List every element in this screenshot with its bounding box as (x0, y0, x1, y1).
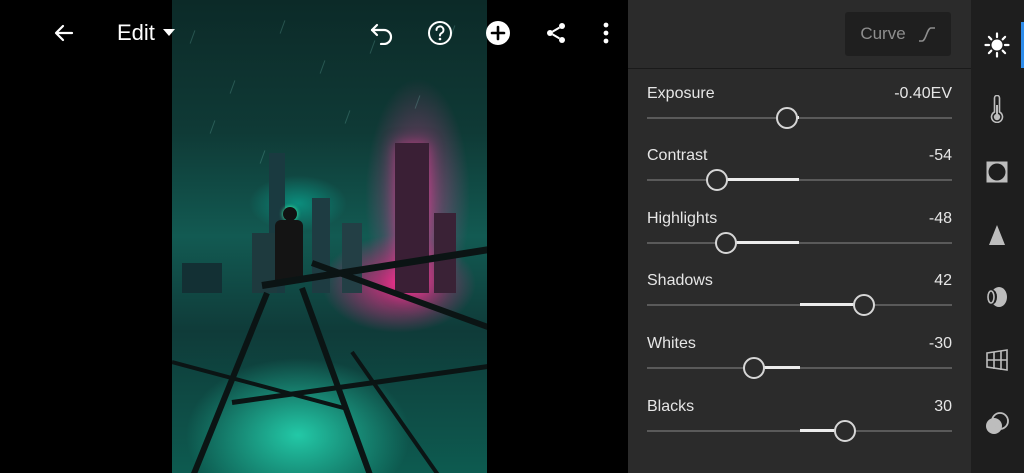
slider-label: Exposure (647, 85, 715, 102)
add-button[interactable] (482, 17, 514, 49)
optics-icon (987, 287, 1007, 307)
blend-icon (986, 412, 1009, 434)
crane-beam (172, 360, 347, 411)
curve-icon (918, 27, 935, 42)
share-button[interactable] (540, 17, 572, 49)
tool-effects[interactable] (981, 156, 1013, 188)
blacks-slider[interactable]: Blacks 30 (647, 398, 952, 450)
slider-thumb[interactable] (706, 169, 729, 191)
slider-value: 42 (934, 272, 952, 289)
crane-beam (299, 286, 374, 473)
photo-preview[interactable] (172, 0, 487, 473)
rain-streak (344, 110, 351, 124)
slider-label: Shadows (647, 272, 713, 289)
slider-fill (717, 178, 800, 181)
photo-canvas[interactable]: Edit (0, 0, 628, 473)
slider-value: -54 (928, 147, 952, 164)
edit-tools-toolbar (971, 0, 1024, 473)
undo-icon (370, 23, 393, 45)
person-head (283, 207, 297, 221)
slider-track[interactable] (647, 367, 952, 369)
curve-label: Curve (860, 24, 906, 43)
slider-value: -30 (928, 335, 952, 352)
slider-value: -48 (928, 210, 952, 227)
tool-geometry[interactable] (981, 344, 1013, 376)
rain-streak (279, 20, 286, 34)
slider-value: 30 (934, 398, 952, 415)
help-button[interactable] (424, 17, 456, 49)
color-temperature-icon (990, 95, 1004, 123)
more-vertical-icon (603, 22, 609, 44)
undo-button[interactable] (366, 17, 398, 49)
tool-color[interactable] (981, 93, 1013, 125)
rain-streak (319, 60, 326, 74)
contrast-slider[interactable]: Contrast -54 (647, 147, 952, 199)
person-silhouette (275, 220, 303, 282)
caret-down-icon (162, 29, 175, 36)
whites-slider[interactable]: Whites -30 (647, 335, 952, 387)
curve-button[interactable]: Curve (845, 12, 951, 56)
panel-divider (628, 68, 971, 69)
mode-label: Edit (117, 20, 155, 45)
slider-thumb[interactable] (852, 294, 875, 316)
slider-track[interactable] (647, 242, 952, 244)
help-icon (428, 21, 452, 45)
rain-streak (414, 95, 421, 109)
slider-thumb[interactable] (715, 232, 738, 254)
rain-streak (189, 30, 196, 44)
shadows-slider[interactable]: Shadows 42 (647, 272, 952, 324)
rain-streak (229, 80, 236, 94)
highlights-slider[interactable]: Highlights -48 (647, 210, 952, 262)
slider-label: Highlights (647, 210, 718, 227)
slider-track[interactable] (647, 117, 952, 119)
slider-label: Whites (647, 335, 696, 352)
building (395, 143, 429, 293)
exposure-slider[interactable]: Exposure -0.40EV (647, 85, 952, 137)
rain-streak (259, 150, 266, 164)
slider-fill (726, 241, 800, 244)
slider-label: Contrast (647, 147, 708, 164)
slider-label: Blacks (647, 398, 695, 415)
tool-optics[interactable] (981, 281, 1013, 313)
light-adjustments-panel: Curve Exposure -0.40EV Contrast -54 High… (628, 0, 971, 473)
geometry-icon (986, 349, 1008, 371)
tool-blend[interactable] (981, 408, 1013, 440)
tool-detail[interactable] (981, 219, 1013, 251)
building (182, 263, 222, 293)
slider-track[interactable] (647, 179, 952, 181)
rain-streak (209, 120, 216, 134)
slider-thumb[interactable] (742, 357, 765, 379)
share-icon (547, 23, 565, 43)
crane-beam (231, 363, 487, 405)
back-button[interactable] (48, 17, 80, 49)
tool-light[interactable] (981, 29, 1013, 61)
light-icon (984, 32, 1010, 58)
vignette-icon (986, 161, 1008, 183)
detail-icon (989, 225, 1005, 245)
more-options-button[interactable] (590, 17, 622, 49)
arrow-left-icon (54, 24, 74, 42)
slider-thumb[interactable] (776, 107, 799, 129)
mode-dropdown[interactable]: Edit (117, 20, 175, 46)
slider-value: -0.40EV (894, 85, 952, 102)
plus-circle-icon (486, 21, 510, 45)
slider-thumb[interactable] (834, 420, 857, 442)
